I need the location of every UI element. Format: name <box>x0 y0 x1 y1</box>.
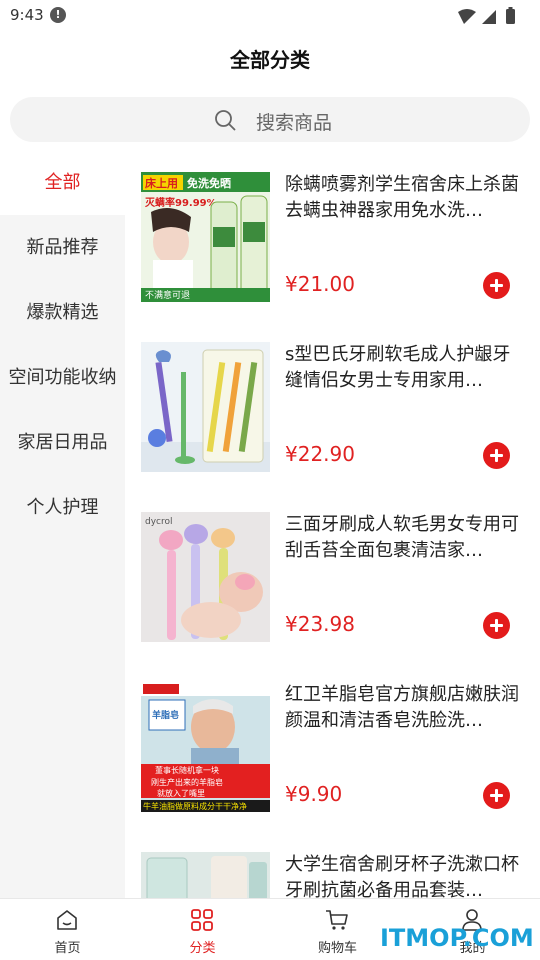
tab-home[interactable]: 首页 <box>0 899 135 960</box>
tab-label: 分类 <box>189 941 216 956</box>
add-to-cart-button[interactable] <box>483 782 510 809</box>
sidebar-item-new[interactable]: 新品推荐 <box>0 215 125 280</box>
image-banner-text: 床上用 <box>145 176 178 190</box>
product-item[interactable]: dycrol 三面牙刷成人软毛男女专用可刮舌苔全面包裹清洁家… ¥23.98 <box>141 512 531 642</box>
product-price: ¥22.90 <box>285 442 355 466</box>
home-icon <box>57 910 77 930</box>
cart-icon <box>326 910 348 930</box>
image-bottom-text: 牛羊油脂做原料成分干干净净 <box>143 801 247 811</box>
product-title[interactable]: 三面牙刷成人软毛男女专用可刮舌苔全面包裹清洁家… <box>285 512 521 564</box>
status-bar: 9:43 ! <box>0 0 540 32</box>
product-item[interactable]: 大学生宿舍刷牙杯子洗漱口杯牙刷抗菌必备用品套装… <box>141 852 531 898</box>
product-title[interactable]: s型巴氏牙刷软毛成人护龈牙缝情侣女男士专用家用… <box>285 342 521 394</box>
page-title: 全部分类 <box>230 48 310 72</box>
product-image[interactable] <box>141 852 270 898</box>
sidebar-item-storage[interactable]: 空间功能收纳 <box>0 345 125 410</box>
status-icons <box>458 7 515 24</box>
add-to-cart-button[interactable] <box>483 272 510 299</box>
image-rate-text: 灭螨率99.99% <box>144 196 217 209</box>
sidebar-item-all[interactable]: 全部 <box>0 150 125 215</box>
product-item[interactable]: 床上用 免洗免晒 灭螨率99.99% 不满意可退 除螨喷雾剂学生宿舍床上杀菌去螨… <box>141 172 531 302</box>
product-item[interactable]: 羊脂皂 董事长随机拿一块 刚生产出来的羊脂皂 就放入了嘴里 牛羊油脂做原料成分干… <box>141 682 531 812</box>
sidebar-item-hot[interactable]: 爆款精选 <box>0 280 125 345</box>
sidebar-item-personal-care[interactable]: 个人护理 <box>0 475 125 540</box>
product-item[interactable]: s型巴氏牙刷软毛成人护龈牙缝情侣女男士专用家用… ¥22.90 <box>141 342 531 472</box>
wifi-icon <box>458 9 476 24</box>
search-placeholder: 搜索商品 <box>256 112 333 134</box>
tab-label: 首页 <box>54 941 81 956</box>
product-title[interactable]: 大学生宿舍刷牙杯子洗漱口杯牙刷抗菌必备用品套装… <box>285 852 521 898</box>
add-to-cart-button[interactable] <box>483 612 510 639</box>
product-title[interactable]: 除螨喷雾剂学生宿舍床上杀菌去螨虫神器家用免水洗… <box>285 172 521 224</box>
image-box-text: 羊脂皂 <box>152 709 179 721</box>
product-image[interactable]: 床上用 免洗免晒 灭螨率99.99% 不满意可退 <box>141 172 270 302</box>
product-image[interactable]: 羊脂皂 董事长随机拿一块 刚生产出来的羊脂皂 就放入了嘴里 牛羊油脂做原料成分干… <box>141 682 270 812</box>
product-title[interactable]: 红卫羊脂皂官方旗舰店嫩肤润颜温和清洁香皂洗脸洗… <box>285 682 521 734</box>
product-image[interactable]: dycrol <box>141 512 270 642</box>
product-price: ¥21.00 <box>285 272 355 296</box>
watermark: ITMOP.COM <box>380 924 534 952</box>
status-time: 9:43 <box>10 6 44 24</box>
image-caption-text: 董事长随机拿一块 <box>155 765 219 775</box>
product-price: ¥23.98 <box>285 612 355 636</box>
image-caption-text-3: 就放入了嘴里 <box>157 788 205 798</box>
image-tag-text: 免洗免晒 <box>187 176 231 190</box>
sidebar-item-household[interactable]: 家居日用品 <box>0 410 125 475</box>
tab-category[interactable]: 分类 <box>135 899 270 960</box>
category-grid-icon <box>191 909 213 931</box>
alert-circle-icon: ! <box>50 7 66 23</box>
image-caption-text-2: 刚生产出来的羊脂皂 <box>151 777 223 787</box>
image-brand-text: dycrol <box>145 517 173 527</box>
add-to-cart-button[interactable] <box>483 442 510 469</box>
signal-icon <box>482 10 496 24</box>
search-input[interactable]: 搜索商品 <box>10 97 530 142</box>
search-icon <box>215 110 236 131</box>
category-sidebar: 全部 新品推荐 爆款精选 空间功能收纳 家居日用品 个人护理 <box>0 150 125 898</box>
battery-icon <box>506 9 515 24</box>
product-image[interactable] <box>141 342 270 472</box>
image-bottom-text: 不满意可退 <box>145 289 190 301</box>
product-price: ¥9.90 <box>285 782 343 806</box>
